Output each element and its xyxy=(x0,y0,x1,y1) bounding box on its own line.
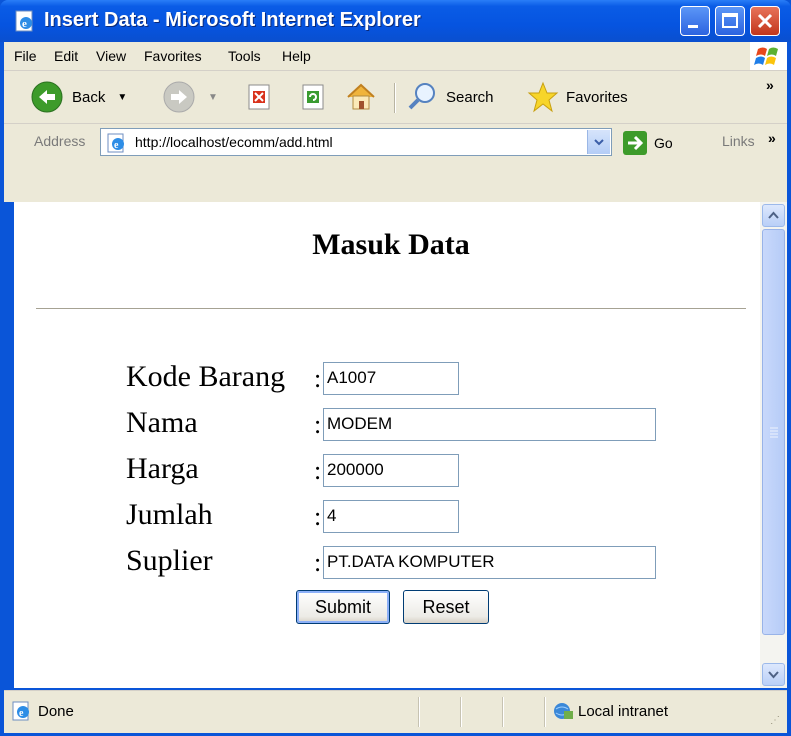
colon: : xyxy=(314,456,322,485)
address-input[interactable]: e http://localhost/ecomm/add.html xyxy=(100,128,612,156)
minimize-button[interactable] xyxy=(680,6,710,36)
status-bar: e Done Local intranet ⋰ xyxy=(4,690,787,733)
resize-grip-icon[interactable]: ⋰ xyxy=(770,715,780,726)
colon: : xyxy=(314,410,322,439)
title-bar[interactable]: e Insert Data - Microsoft Internet Explo… xyxy=(0,0,791,42)
address-bar: Address e http://localhost/ecomm/add.htm… xyxy=(4,124,787,160)
search-icon xyxy=(408,83,435,110)
label-jumlah: Jumlah xyxy=(126,498,213,531)
label-nama: Nama xyxy=(126,406,198,439)
svg-text:e: e xyxy=(19,708,24,719)
menu-tools[interactable]: Tools xyxy=(228,48,261,64)
suplier-input[interactable]: PT.DATA KOMPUTER xyxy=(323,546,656,579)
reset-button[interactable]: Reset xyxy=(403,590,489,624)
kode-barang-input[interactable]: A1007 xyxy=(323,362,459,395)
status-separator xyxy=(460,697,462,727)
forward-dropdown-icon[interactable]: ▼ xyxy=(208,92,218,103)
scroll-down-button[interactable] xyxy=(762,663,785,686)
security-zone-label: Local intranet xyxy=(578,703,669,720)
windows-logo-icon xyxy=(750,42,787,70)
refresh-button[interactable] xyxy=(298,79,328,115)
address-dropdown-button[interactable] xyxy=(587,130,610,154)
status-separator xyxy=(502,697,504,727)
svg-text:e: e xyxy=(114,140,119,151)
harga-input[interactable]: 200000 xyxy=(323,454,459,487)
back-button[interactable]: Back ▼ xyxy=(30,79,127,115)
home-button[interactable] xyxy=(344,79,378,115)
search-button[interactable]: Search xyxy=(406,79,494,115)
search-label: Search xyxy=(446,88,494,106)
address-url: http://localhost/ecomm/add.html xyxy=(135,134,333,150)
svg-text:e: e xyxy=(22,18,27,30)
standard-toolbar: Back ▼ ▼ Search Favorites » xyxy=(4,71,787,124)
page-content: Masuk Data Kode Barang : A1007 Nama : MO… xyxy=(14,202,760,688)
links-button[interactable]: Links xyxy=(722,133,755,149)
status-separator xyxy=(418,697,420,727)
favorites-star-icon xyxy=(527,81,559,113)
stop-button[interactable] xyxy=(244,79,274,115)
go-arrow-icon xyxy=(623,131,647,155)
go-label: Go xyxy=(654,135,673,151)
submit-button[interactable]: Submit xyxy=(296,590,390,624)
status-separator xyxy=(544,697,546,727)
scroll-thumb[interactable] xyxy=(762,229,785,635)
menu-view[interactable]: View xyxy=(96,48,126,64)
home-icon xyxy=(347,83,375,110)
vertical-scrollbar[interactable] xyxy=(760,202,787,688)
scroll-up-button[interactable] xyxy=(762,204,785,227)
toolbar-separator xyxy=(394,83,396,113)
toolbar-overflow-icon[interactable]: » xyxy=(766,77,774,93)
menu-favorites[interactable]: Favorites xyxy=(144,48,202,64)
favorites-button[interactable]: Favorites xyxy=(526,79,628,115)
favorites-label: Favorites xyxy=(566,88,628,106)
menu-file[interactable]: File xyxy=(14,48,37,64)
colon: : xyxy=(314,364,322,393)
forward-arrow-icon xyxy=(163,81,195,113)
label-kode-barang: Kode Barang xyxy=(126,360,286,393)
page-done-icon: e xyxy=(12,701,32,726)
colon: : xyxy=(314,502,322,531)
colon: : xyxy=(314,548,322,577)
ie-page-icon: e xyxy=(14,10,36,32)
links-overflow-icon[interactable]: » xyxy=(768,130,776,146)
back-label: Back xyxy=(72,88,106,106)
nama-input[interactable]: MODEM xyxy=(323,408,656,441)
horizontal-rule xyxy=(36,308,746,310)
browser-window: e Insert Data - Microsoft Internet Explo… xyxy=(0,0,791,736)
menu-edit[interactable]: Edit xyxy=(54,48,78,64)
menu-bar: File Edit View Favorites Tools Help xyxy=(4,42,787,71)
page-icon: e xyxy=(107,133,127,158)
maximize-button[interactable] xyxy=(715,6,745,36)
refresh-icon xyxy=(302,84,324,110)
label-suplier: Suplier xyxy=(126,544,213,577)
jumlah-input[interactable]: 4 xyxy=(323,500,459,533)
label-harga: Harga xyxy=(126,452,199,485)
browser-chrome: File Edit View Favorites Tools Help Back… xyxy=(4,42,787,202)
back-arrow-icon xyxy=(31,81,63,113)
go-button[interactable]: Go xyxy=(622,130,673,156)
page-heading: Masuk Data xyxy=(312,228,470,261)
address-label: Address xyxy=(34,133,86,149)
forward-button[interactable]: ▼ xyxy=(162,79,218,115)
stop-icon xyxy=(248,84,270,110)
close-button[interactable] xyxy=(750,6,780,36)
status-text: Done xyxy=(38,703,74,720)
window-title: Insert Data - Microsoft Internet Explore… xyxy=(44,9,421,31)
menu-help[interactable]: Help xyxy=(282,48,311,64)
back-dropdown-icon[interactable]: ▼ xyxy=(117,92,127,103)
intranet-zone-icon xyxy=(552,701,574,726)
